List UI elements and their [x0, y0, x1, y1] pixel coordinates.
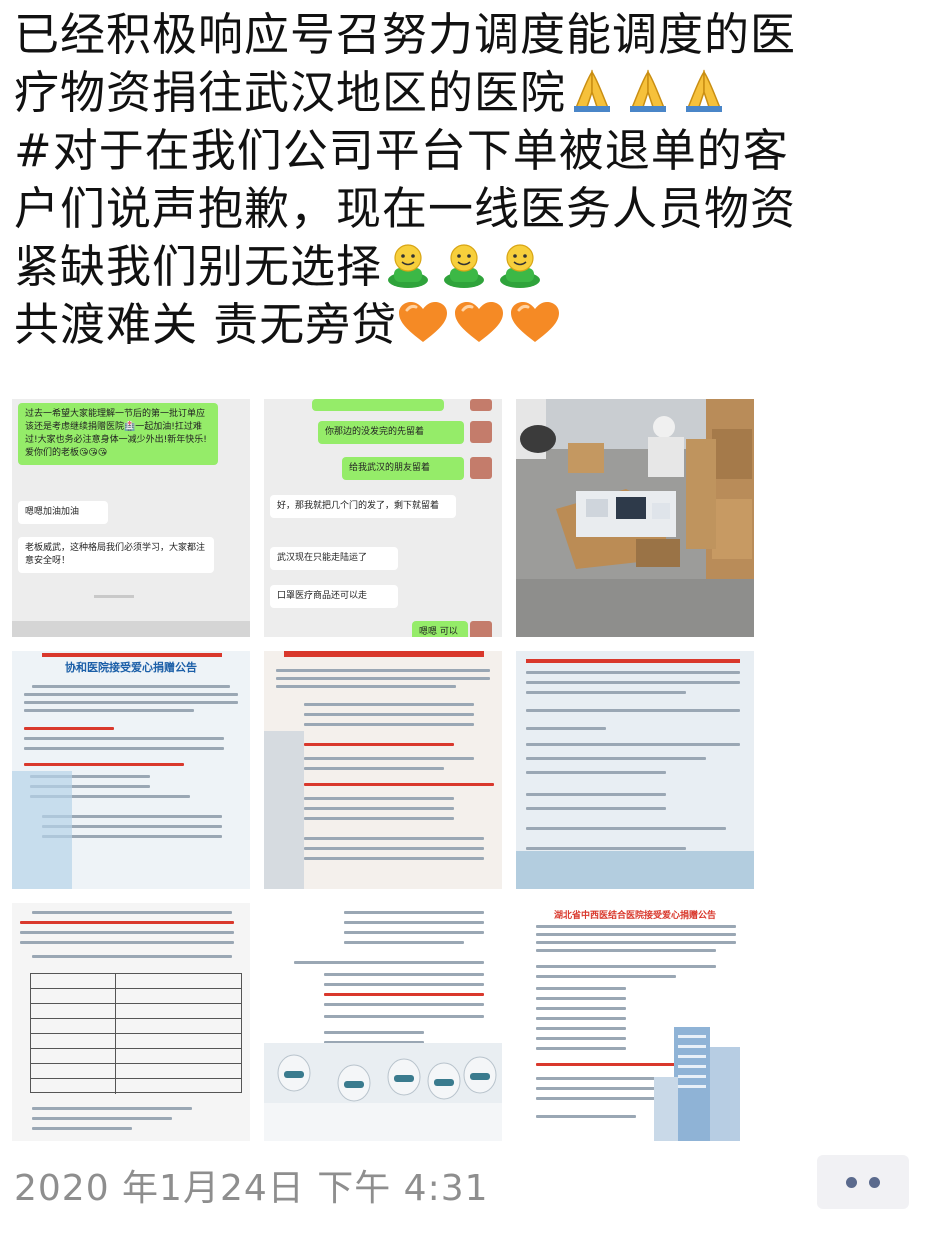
photo-chat-screenshot-2[interactable]: 你那边的没发完的先留着 给我武汉的朋友留着 好，那我就把几个门的发了，剩下就留着… [264, 399, 502, 637]
green-person-icon [494, 242, 546, 288]
photo-grid: 过去一希望大家能理解一节后的第一批订单应该还是考虑继续捐赠医院🏥一起加油!扛过难… [12, 399, 754, 1141]
post-text: 已经积极响应号召努力调度能调度的医 疗物资捐往武汉地区的医院 #对于在我们公司平… [14, 6, 939, 354]
photo-packing-supplies[interactable] [516, 399, 754, 637]
photo-donation-notice-4[interactable] [264, 903, 502, 1141]
chat-bubble: 你那边的没发完的先留着 [318, 421, 464, 444]
medical-staff-image [264, 1043, 502, 1141]
avatar [470, 457, 492, 479]
chat-bubble: 武汉现在只能走陆运了 [270, 547, 398, 570]
avatar [470, 421, 492, 443]
post-line-2: 疗物资捐往武汉地区的医院 [14, 64, 939, 122]
orange-heart-icon [397, 300, 449, 346]
avatar [470, 621, 492, 637]
post-line-3: #对于在我们公司平台下单被退单的客 [14, 124, 789, 177]
folded-hands-icon [566, 68, 618, 114]
notice-title: 湖北省中西医结合医院接受爱心捐赠公告 [553, 911, 716, 921]
packing-photo-image [516, 399, 754, 637]
photo-donation-notice-3[interactable] [516, 651, 754, 889]
photo-donation-notice-2[interactable] [264, 651, 502, 889]
chat-bubble: 过去一希望大家能理解一节后的第一批订单应该还是考虑继续捐赠医院🏥一起加油!扛过难… [18, 403, 218, 465]
photo-donation-notice-1[interactable]: 协和医院接受爱心捐赠公告 [12, 651, 250, 889]
folded-hands-icon [622, 68, 674, 114]
folded-hands-icon [678, 68, 730, 114]
chat-bubble: 老板威武，这种格局我们必须学习，大家都注意安全呀！ [18, 537, 214, 573]
chat-bubble: 嗯嗯加油加油 [18, 501, 108, 524]
post-line-1: 已经积极响应号召努力调度能调度的医 [14, 8, 797, 61]
hospital-building-image [654, 1027, 740, 1141]
chat-bubble: 嗯嗯 可以 [412, 621, 468, 637]
orange-heart-icon [509, 300, 561, 346]
photo-donation-notice-5[interactable]: 湖北省中西医结合医院接受爱心捐赠公告 [516, 903, 754, 1141]
more-button[interactable] [817, 1155, 909, 1209]
more-dots-icon [846, 1176, 857, 1188]
orange-heart-icon [453, 300, 505, 346]
green-person-icon [438, 242, 490, 288]
post-timestamp: 2020 年1月24日 下午 4:31 [14, 1168, 489, 1209]
chat-bubble: 给我武汉的朋友留着 [342, 457, 464, 480]
post-meta-row: 2020 年1月24日 下午 4:31 [14, 1155, 939, 1209]
photo-donation-table[interactable] [12, 903, 250, 1141]
chat-bubble: 好，那我就把几个门的发了，剩下就留着 [270, 495, 456, 518]
chat-bubble: 口罩医疗商品还可以走 [270, 585, 398, 608]
notice-title: 协和医院接受爱心捐赠公告 [65, 661, 197, 674]
more-dots-icon [869, 1176, 880, 1188]
post-line-6: 共渡难关 责无旁贷 [14, 296, 939, 354]
green-person-icon [382, 242, 434, 288]
post-line-5: 紧缺我们别无选择 [14, 238, 939, 296]
photo-chat-screenshot-1[interactable]: 过去一希望大家能理解一节后的第一批订单应该还是考虑继续捐赠医院🏥一起加油!扛过难… [12, 399, 250, 637]
post-line-4: 户们说声抱歉，现在一线医务人员物资 [14, 182, 797, 235]
